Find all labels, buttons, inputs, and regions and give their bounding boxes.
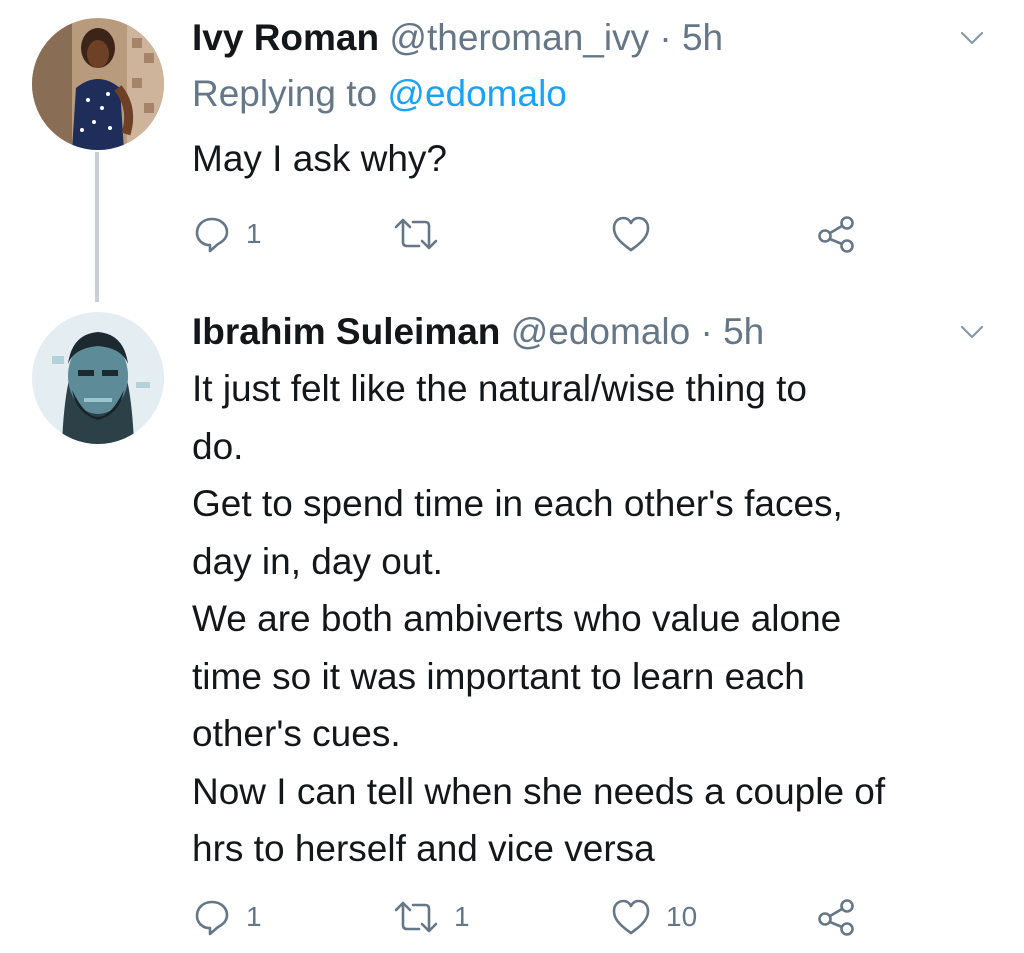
retweet-count: 1 xyxy=(454,901,470,932)
chevron-down-icon[interactable] xyxy=(958,24,986,52)
tweet-line: May I ask why? xyxy=(192,138,447,179)
reply-bubble-icon xyxy=(195,217,229,253)
avatar-ivy-roman[interactable] xyxy=(32,18,164,150)
author-name[interactable]: Ibrahim Suleiman xyxy=(192,311,500,352)
like-button[interactable]: 10 xyxy=(610,895,697,939)
tweet-header: Ibrahim Suleiman @edomalo · 5h xyxy=(192,310,764,354)
reply-count: 1 xyxy=(246,901,262,932)
replying-to-label: Replying to xyxy=(192,73,378,114)
reply-button[interactable]: 1 xyxy=(192,212,262,256)
tweet-ivy-roman[interactable]: Ivy Roman @theroman_ivy · 5h Replying to… xyxy=(0,0,1024,290)
tweet-line: hrs to herself and vice versa xyxy=(192,828,655,869)
timestamp[interactable]: 5h xyxy=(723,311,764,352)
tweet-text: It just felt like the natural/wise thing… xyxy=(192,360,1002,878)
like-count: 10 xyxy=(666,901,698,932)
tweet-line: time so it was important to learn each xyxy=(192,655,805,697)
share-button[interactable] xyxy=(816,212,858,256)
retweet-button[interactable]: 1 xyxy=(392,895,470,939)
reply-button[interactable]: 1 xyxy=(192,895,262,939)
tweet-line: day in, day out. xyxy=(192,540,443,582)
share-button[interactable] xyxy=(816,895,858,939)
tweet-line: do. xyxy=(192,425,244,467)
tweet-line: other's cues. xyxy=(192,713,401,754)
separator-dot: · xyxy=(690,311,724,352)
heart-icon xyxy=(612,216,650,252)
share-icon xyxy=(818,899,854,936)
replying-to-mention[interactable]: @edomalo xyxy=(387,73,567,114)
retweet-icon xyxy=(394,218,438,250)
separator-dot: · xyxy=(649,17,682,58)
tweet-line: Now I can tell when she needs a couple o… xyxy=(192,770,886,812)
retweet-button[interactable] xyxy=(392,212,454,256)
reply-bubble-icon xyxy=(195,900,229,936)
chevron-down-icon[interactable] xyxy=(958,318,986,346)
retweet-icon xyxy=(394,901,438,933)
tweet-header: Ivy Roman @theroman_ivy · 5h xyxy=(192,16,723,60)
author-handle[interactable]: @theroman_ivy xyxy=(389,17,649,58)
author-name[interactable]: Ivy Roman xyxy=(192,17,379,58)
like-button[interactable] xyxy=(610,212,666,256)
avatar-ibrahim-suleiman[interactable] xyxy=(32,312,164,444)
tweet-actions: 1 xyxy=(192,212,892,256)
tweet-actions: 1 1 10 xyxy=(192,895,892,939)
heart-icon xyxy=(612,899,650,935)
author-handle[interactable]: @edomalo xyxy=(511,311,691,352)
tweet-text: May I ask why? xyxy=(192,130,1002,188)
tweet-line: It just felt like the natural/wise thing… xyxy=(192,368,807,409)
timestamp[interactable]: 5h xyxy=(682,17,723,58)
tweet-line: We are both ambiverts who value alone xyxy=(192,598,842,639)
reply-count: 1 xyxy=(246,218,262,249)
share-icon xyxy=(818,216,854,253)
tweet-ibrahim-suleiman[interactable]: Ibrahim Suleiman @edomalo · 5h It just f… xyxy=(0,300,1024,953)
replying-to: Replying to @edomalo xyxy=(192,72,567,116)
tweet-line: Get to spend time in each other's faces, xyxy=(192,483,843,524)
